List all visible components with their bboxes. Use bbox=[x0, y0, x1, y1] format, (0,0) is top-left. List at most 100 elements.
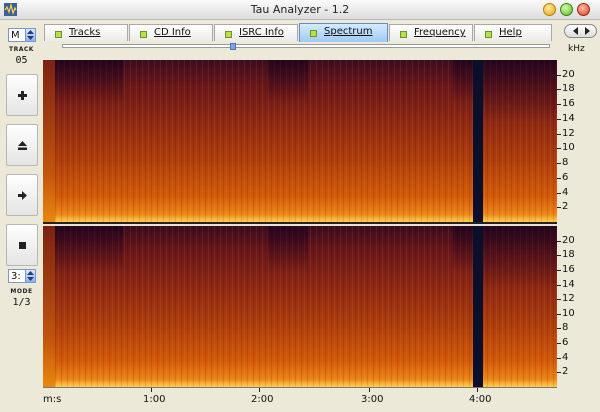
low-energy-region bbox=[55, 60, 123, 106]
freq-tick-label: 10 bbox=[562, 142, 575, 154]
freq-tick bbox=[557, 284, 561, 286]
led-icon bbox=[400, 31, 407, 38]
lead-in-band bbox=[43, 226, 55, 387]
freq-tick-label: 12 bbox=[562, 293, 575, 305]
freq-tick bbox=[557, 328, 561, 330]
close-icon[interactable] bbox=[577, 3, 590, 16]
time-tick-label: 1:00 bbox=[143, 394, 166, 405]
freq-tick-label: 6 bbox=[562, 171, 569, 183]
freq-tick-label: 4 bbox=[562, 351, 569, 363]
channel-select[interactable]: 3: bbox=[8, 269, 36, 283]
eject-button[interactable] bbox=[6, 124, 38, 166]
low-energy-region bbox=[483, 60, 557, 122]
tab-label: ISRC Info bbox=[239, 27, 284, 38]
freq-tick-label: 20 bbox=[562, 234, 575, 246]
mode-label: MODE bbox=[10, 288, 33, 295]
freq-tick-label: 14 bbox=[562, 278, 575, 290]
freq-tick bbox=[557, 372, 561, 374]
led-icon bbox=[140, 31, 147, 38]
time-tick-label: 3:00 bbox=[361, 394, 384, 405]
time-axis: m:s 1:00 2:00 3:00 4:00 bbox=[43, 387, 557, 410]
freq-tick-label: 10 bbox=[562, 307, 575, 319]
led-icon bbox=[485, 31, 492, 38]
freq-tick bbox=[557, 255, 561, 257]
freq-tick bbox=[557, 177, 561, 179]
freq-tick-label: 4 bbox=[562, 186, 569, 198]
channel-select-value: 3: bbox=[11, 271, 21, 282]
tab-spectrum[interactable]: Spectrum bbox=[299, 23, 388, 42]
app-window: Tau Analyzer - 1.2 M TRACK 05 3: MODE 1/… bbox=[0, 0, 600, 412]
silence-gap bbox=[473, 60, 483, 222]
tab-label: Spectrum bbox=[324, 26, 373, 37]
freq-tick-label: 14 bbox=[562, 112, 575, 124]
left-toolbar: M TRACK 05 3: MODE 1/3 bbox=[3, 23, 40, 410]
tab-tracks[interactable]: Tracks bbox=[44, 24, 128, 41]
freq-tick-label: 16 bbox=[562, 98, 575, 110]
low-energy-region bbox=[453, 226, 473, 272]
plus-icon bbox=[18, 91, 27, 100]
tab-cd-info[interactable]: CD Info bbox=[129, 24, 213, 41]
slider-knob[interactable] bbox=[229, 43, 236, 50]
freq-tick-label: 12 bbox=[562, 127, 575, 139]
low-energy-region bbox=[483, 226, 557, 288]
tab-frequency[interactable]: Frequency bbox=[389, 24, 473, 41]
tab-label: Frequency bbox=[414, 27, 466, 38]
freq-tick bbox=[557, 74, 561, 76]
led-icon bbox=[55, 31, 62, 38]
freq-tick bbox=[557, 207, 561, 209]
time-tick bbox=[259, 388, 260, 392]
tab-label: Help bbox=[499, 27, 522, 38]
silence-gap bbox=[473, 226, 483, 387]
khz-unit-label: kHz bbox=[568, 44, 585, 54]
freq-tick-label: 18 bbox=[562, 249, 575, 261]
stop-button[interactable] bbox=[6, 224, 38, 266]
freq-tick bbox=[557, 240, 561, 242]
play-button[interactable] bbox=[6, 174, 38, 216]
freq-tick bbox=[557, 299, 561, 301]
tab-scroll-button[interactable] bbox=[564, 24, 597, 38]
low-energy-region bbox=[268, 226, 308, 272]
window-title: Tau Analyzer - 1.2 bbox=[250, 3, 350, 16]
title-bar: Tau Analyzer - 1.2 bbox=[0, 0, 600, 20]
freq-tick-label: 2 bbox=[562, 201, 569, 213]
scroll-left-right-icon bbox=[573, 27, 590, 35]
freq-tick bbox=[557, 89, 561, 91]
freq-tick-label: 2 bbox=[562, 366, 569, 378]
freq-tick-label: 18 bbox=[562, 83, 575, 95]
tab-help[interactable]: Help bbox=[474, 24, 552, 41]
low-energy-region bbox=[268, 60, 308, 106]
led-icon bbox=[225, 31, 232, 38]
freq-tick bbox=[557, 133, 561, 135]
mode-value: 1/3 bbox=[12, 297, 31, 308]
add-button[interactable] bbox=[6, 74, 38, 116]
minimize-icon[interactable] bbox=[543, 3, 556, 16]
freq-tick-label: 8 bbox=[562, 157, 569, 169]
lead-in-band bbox=[43, 60, 55, 222]
freq-tick-label: 6 bbox=[562, 337, 569, 349]
time-tick bbox=[477, 388, 478, 392]
mode-select[interactable]: M bbox=[8, 28, 36, 42]
time-axis-label: m:s bbox=[43, 394, 62, 405]
spinner-icon[interactable] bbox=[25, 270, 35, 282]
position-slider[interactable] bbox=[62, 44, 550, 48]
freq-tick bbox=[557, 163, 561, 165]
led-icon bbox=[310, 30, 317, 37]
track-label: TRACK bbox=[9, 46, 34, 53]
freq-tick-label: 16 bbox=[562, 263, 575, 275]
freq-tick bbox=[557, 148, 561, 150]
track-number: 05 bbox=[15, 55, 28, 66]
freq-tick bbox=[557, 269, 561, 271]
mode-select-value: M bbox=[11, 30, 20, 41]
time-tick-label: 4:00 bbox=[469, 394, 492, 405]
tab-label: CD Info bbox=[154, 27, 191, 38]
time-tick-label: 2:00 bbox=[251, 394, 274, 405]
freq-tick bbox=[557, 357, 561, 359]
stop-square-icon bbox=[19, 242, 26, 249]
tab-label: Tracks bbox=[69, 27, 101, 38]
freq-tick bbox=[557, 343, 561, 345]
freq-tick bbox=[557, 118, 561, 120]
spinner-icon[interactable] bbox=[25, 29, 35, 41]
maximize-icon[interactable] bbox=[560, 3, 573, 16]
tab-isrc-info[interactable]: ISRC Info bbox=[214, 24, 298, 41]
time-tick bbox=[151, 388, 152, 392]
